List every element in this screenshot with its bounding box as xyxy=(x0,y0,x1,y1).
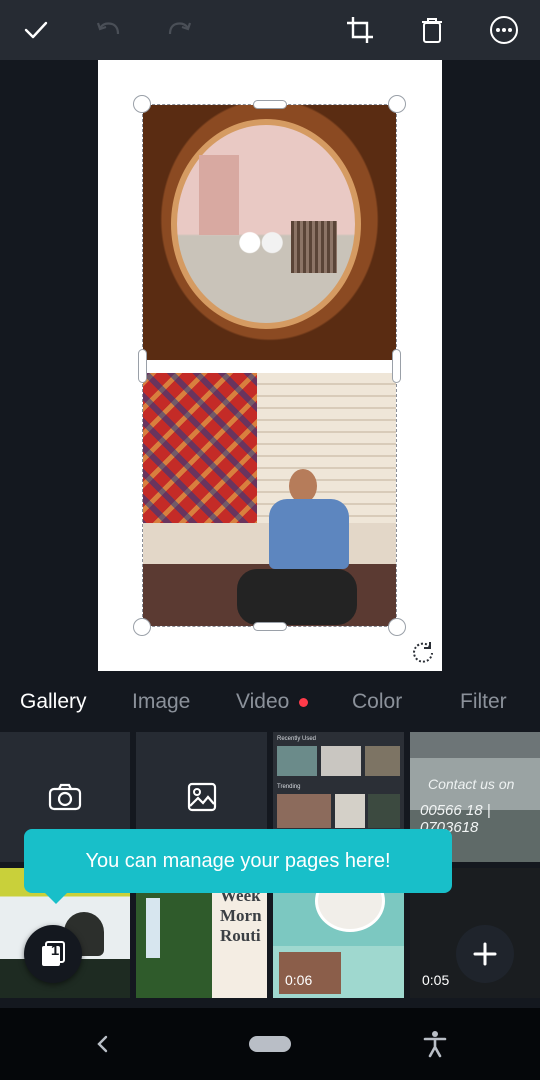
redo-icon[interactable] xyxy=(160,10,200,50)
resize-handle-top-left[interactable] xyxy=(133,95,151,113)
resize-handle-bottom-left[interactable] xyxy=(133,618,151,636)
alley-image xyxy=(171,119,361,329)
motorbike xyxy=(237,569,357,625)
tab-video-label: Video xyxy=(236,690,290,713)
photo-grid-selection[interactable] xyxy=(133,95,406,636)
media-tabs: Gallery Image Video Color Filter xyxy=(0,680,540,726)
editor-screen: Gallery Image Video Color Filter Recentl… xyxy=(0,0,540,1080)
design-page[interactable] xyxy=(98,60,442,671)
thumb-waterfall xyxy=(146,898,160,958)
more-icon[interactable] xyxy=(484,10,524,50)
alley-people xyxy=(233,229,289,263)
tab-color[interactable]: Color xyxy=(352,690,402,714)
thumb-mini-2 xyxy=(321,746,361,776)
grid-gap xyxy=(143,360,396,373)
top-toolbar xyxy=(0,0,540,60)
thumb-trending: Trending xyxy=(277,784,301,790)
plus-icon xyxy=(473,942,497,966)
man-shirt xyxy=(269,499,349,569)
pages-tooltip[interactable]: You can manage your pages here! xyxy=(24,829,452,893)
add-button[interactable] xyxy=(456,925,514,983)
camera-icon xyxy=(48,783,82,811)
thumb-mini-5 xyxy=(335,794,365,828)
rotate-icon[interactable] xyxy=(407,636,439,668)
pages-tooltip-text: You can manage your pages here! xyxy=(85,849,391,872)
resize-handle-top-right[interactable] xyxy=(388,95,406,113)
video-duration-dark: 0:05 xyxy=(422,972,450,988)
accessibility-icon[interactable] xyxy=(422,1030,448,1058)
thumb-mini-6 xyxy=(368,794,400,828)
thumb-mini-3 xyxy=(365,746,400,776)
pages-count: 1 xyxy=(50,942,60,959)
tooltip-arrow xyxy=(44,892,68,904)
resize-handle-bottom[interactable] xyxy=(253,622,287,631)
resize-handle-bottom-right[interactable] xyxy=(388,618,406,636)
resize-handle-top[interactable] xyxy=(253,100,287,109)
trash-icon[interactable] xyxy=(412,10,452,50)
thumb-mini-1 xyxy=(277,746,317,776)
tab-image[interactable]: Image xyxy=(132,690,190,714)
new-badge-dot xyxy=(299,697,309,707)
thumb-mini-4 xyxy=(277,794,331,828)
thumb-city-text-1: Contact us on xyxy=(428,776,515,792)
alley-rug xyxy=(291,221,337,273)
tab-video[interactable]: Video xyxy=(236,690,309,714)
photo-mirror-alley[interactable] xyxy=(143,105,396,360)
undo-icon[interactable] xyxy=(88,10,128,50)
pages-button[interactable]: 1 xyxy=(24,925,82,983)
tab-filter[interactable]: Filter xyxy=(460,690,507,714)
alley-wall xyxy=(199,155,239,235)
crop-icon[interactable] xyxy=(340,10,380,50)
design-canvas xyxy=(0,60,540,680)
video-duration-birthday: 0:06 xyxy=(285,972,313,988)
thumb-recently-used: Recently Used xyxy=(277,736,317,742)
back-icon[interactable] xyxy=(95,1034,111,1054)
resize-handle-right[interactable] xyxy=(392,349,401,383)
image-icon xyxy=(187,782,216,812)
home-pill[interactable] xyxy=(249,1036,291,1052)
check-icon[interactable] xyxy=(16,10,56,50)
photo-rug-shop[interactable] xyxy=(143,373,396,626)
thumb-weekend-text: Week Morn Routi xyxy=(220,886,262,945)
tab-gallery[interactable]: Gallery xyxy=(20,690,87,714)
man-head xyxy=(289,469,317,503)
resize-handle-left[interactable] xyxy=(138,349,147,383)
